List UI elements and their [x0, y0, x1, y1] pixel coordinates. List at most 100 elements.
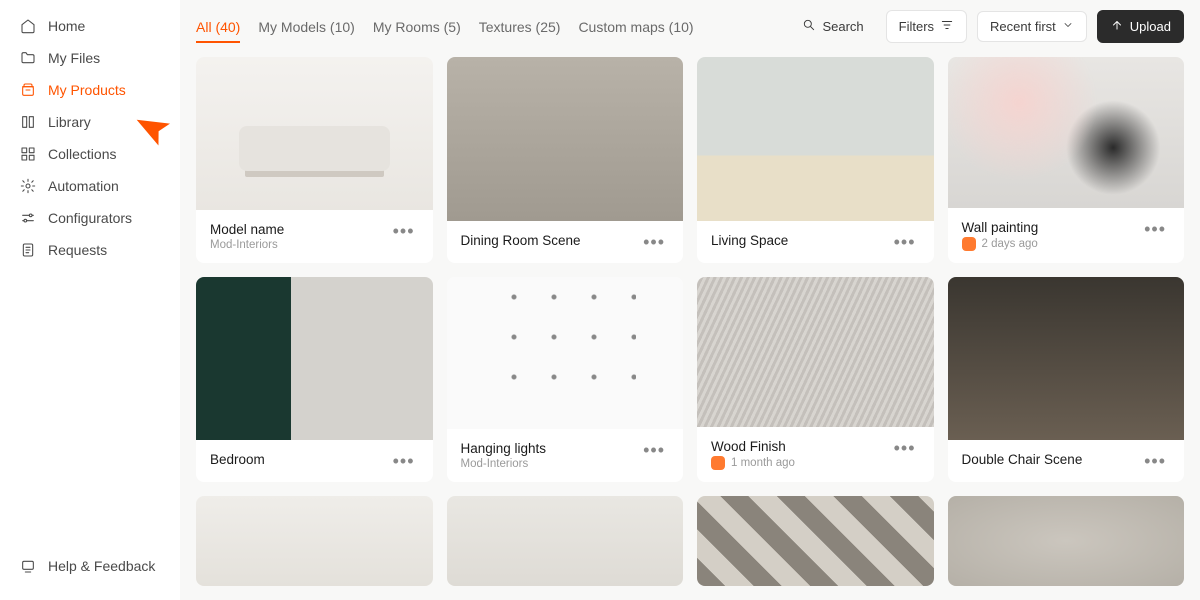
- card-title: Living Space: [711, 233, 788, 248]
- configurators-icon: [20, 210, 36, 226]
- card-thumbnail: [196, 57, 433, 210]
- tab-label: My Rooms (5): [373, 19, 461, 35]
- tab-all[interactable]: All (40): [196, 13, 240, 41]
- sidebar-item-label: Help & Feedback: [48, 558, 155, 574]
- author-badge: [962, 237, 976, 251]
- sidebar-item-label: Home: [48, 18, 85, 34]
- card-subtitle: Mod-Interiors: [461, 458, 547, 470]
- filters-icon: [940, 18, 954, 35]
- controls: Search Filters Recent first Upload: [790, 10, 1184, 43]
- sidebar-item-products[interactable]: My Products: [0, 74, 180, 106]
- search-button[interactable]: Search: [790, 11, 875, 42]
- product-card[interactable]: [196, 496, 433, 586]
- product-card[interactable]: [697, 496, 934, 586]
- sidebar-item-label: My Files: [48, 50, 100, 66]
- card-thumbnail: [196, 277, 433, 441]
- card-title: Bedroom: [210, 452, 265, 467]
- card-thumbnail: [196, 496, 433, 586]
- product-card[interactable]: Double Chair Scene •••: [948, 277, 1185, 483]
- collections-icon: [20, 146, 36, 162]
- sidebar-item-collections[interactable]: Collections: [0, 138, 180, 170]
- sort-label: Recent first: [990, 19, 1056, 34]
- card-title: Wall painting: [962, 220, 1039, 235]
- folder-icon: [20, 50, 36, 66]
- tabs: All (40) My Models (10) My Rooms (5) Tex…: [196, 13, 694, 41]
- automation-icon: [20, 178, 36, 194]
- tab-rooms[interactable]: My Rooms (5): [373, 13, 461, 41]
- upload-button[interactable]: Upload: [1097, 10, 1184, 43]
- main-content: All (40) My Models (10) My Rooms (5) Tex…: [180, 0, 1200, 600]
- author-badge: [711, 456, 725, 470]
- card-title: Double Chair Scene: [962, 452, 1083, 467]
- tab-textures[interactable]: Textures (25): [479, 13, 561, 41]
- card-thumbnail: [697, 57, 934, 221]
- filters-button[interactable]: Filters: [886, 10, 967, 43]
- product-grid: Model name Mod-Interiors ••• Dining Room…: [196, 57, 1184, 600]
- card-more-button[interactable]: •••: [1140, 452, 1170, 470]
- sidebar-item-label: Configurators: [48, 210, 132, 226]
- sort-dropdown[interactable]: Recent first: [977, 11, 1087, 42]
- card-title: Hanging lights: [461, 441, 547, 456]
- card-thumbnail: [948, 496, 1185, 586]
- tab-custom-maps[interactable]: Custom maps (10): [578, 13, 693, 41]
- card-thumbnail: [948, 277, 1185, 441]
- card-subtitle: 2 days ago: [962, 237, 1039, 251]
- card-more-button[interactable]: •••: [639, 441, 669, 459]
- sidebar-item-library[interactable]: Library: [0, 106, 180, 138]
- sidebar: Home My Files My Products Library Collec…: [0, 0, 180, 600]
- help-icon: [20, 558, 36, 574]
- product-card[interactable]: [447, 496, 684, 586]
- tab-label: All (40): [196, 19, 240, 35]
- tab-label: My Models (10): [258, 19, 354, 35]
- sidebar-item-label: Automation: [48, 178, 119, 194]
- product-card[interactable]: Living Space •••: [697, 57, 934, 263]
- card-thumbnail: [697, 496, 934, 586]
- product-card[interactable]: Model name Mod-Interiors •••: [196, 57, 433, 263]
- card-thumbnail: [447, 496, 684, 586]
- requests-icon: [20, 242, 36, 258]
- sidebar-item-configurators[interactable]: Configurators: [0, 202, 180, 234]
- sidebar-item-home[interactable]: Home: [0, 10, 180, 42]
- topbar: All (40) My Models (10) My Rooms (5) Tex…: [196, 0, 1184, 57]
- search-icon: [802, 18, 816, 35]
- search-label: Search: [822, 19, 863, 34]
- sidebar-item-label: Collections: [48, 146, 116, 162]
- product-card[interactable]: Dining Room Scene •••: [447, 57, 684, 263]
- tab-models[interactable]: My Models (10): [258, 13, 354, 41]
- card-more-button[interactable]: •••: [1140, 220, 1170, 238]
- card-more-button[interactable]: •••: [890, 439, 920, 457]
- product-card[interactable]: Wall painting 2 days ago •••: [948, 57, 1185, 263]
- card-subtitle: 1 month ago: [711, 456, 795, 470]
- sidebar-item-help[interactable]: Help & Feedback: [0, 550, 180, 582]
- card-thumbnail: [697, 277, 934, 428]
- sidebar-item-files[interactable]: My Files: [0, 42, 180, 74]
- upload-label: Upload: [1130, 19, 1171, 34]
- card-title: Wood Finish: [711, 439, 795, 454]
- card-more-button[interactable]: •••: [890, 233, 920, 251]
- tab-label: Custom maps (10): [578, 19, 693, 35]
- sidebar-item-label: My Products: [48, 82, 126, 98]
- sidebar-item-label: Library: [48, 114, 91, 130]
- card-title: Dining Room Scene: [461, 233, 581, 248]
- tab-label: Textures (25): [479, 19, 561, 35]
- sidebar-item-requests[interactable]: Requests: [0, 234, 180, 266]
- card-title: Model name: [210, 222, 284, 237]
- product-card[interactable]: Bedroom •••: [196, 277, 433, 483]
- card-more-button[interactable]: •••: [389, 452, 419, 470]
- home-icon: [20, 18, 36, 34]
- filters-label: Filters: [899, 19, 934, 34]
- card-thumbnail: [447, 57, 684, 221]
- card-more-button[interactable]: •••: [639, 233, 669, 251]
- sidebar-item-automation[interactable]: Automation: [0, 170, 180, 202]
- products-icon: [20, 82, 36, 98]
- upload-icon: [1110, 18, 1124, 35]
- product-card[interactable]: Wood Finish 1 month ago •••: [697, 277, 934, 483]
- sidebar-item-label: Requests: [48, 242, 107, 258]
- card-more-button[interactable]: •••: [389, 222, 419, 240]
- product-card[interactable]: [948, 496, 1185, 586]
- card-subtitle: Mod-Interiors: [210, 239, 284, 251]
- card-thumbnail: [948, 57, 1185, 208]
- chevron-down-icon: [1062, 19, 1074, 34]
- library-icon: [20, 114, 36, 130]
- product-card[interactable]: Hanging lights Mod-Interiors •••: [447, 277, 684, 483]
